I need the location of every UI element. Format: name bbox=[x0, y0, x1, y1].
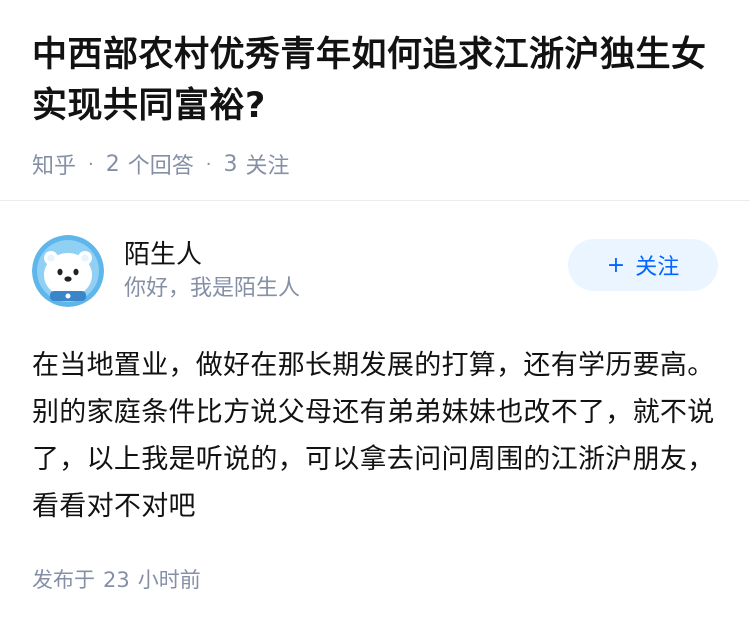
avatar-bear-icon bbox=[32, 235, 104, 307]
answer-count-label[interactable]: 个回答 bbox=[128, 148, 194, 180]
question-meta: 知乎 · 2 个回答 · 3 关注 bbox=[32, 148, 718, 180]
question-header: 中西部农村优秀青年如何追求江浙沪独生女实现共同富裕? 知乎 · 2 个回答 · … bbox=[0, 0, 750, 180]
answer-content: 在当地置业，做好在那长期发展的打算，还有学历要高。别的家庭条件比方说父母还有弟弟… bbox=[32, 350, 715, 522]
follow-count: 3 bbox=[223, 151, 238, 177]
author-name[interactable]: 陌生人 bbox=[124, 237, 568, 273]
answer-count: 2 bbox=[105, 151, 120, 177]
meta-separator: · bbox=[205, 153, 212, 175]
meta-separator: · bbox=[88, 153, 94, 175]
follow-button-label: 关注 bbox=[635, 255, 680, 280]
plus-icon: + bbox=[606, 252, 626, 278]
publish-time: 发布于 23 小时前 bbox=[32, 564, 718, 594]
publish-suffix: 小时前 bbox=[137, 568, 201, 592]
follow-button[interactable]: + 关注 bbox=[568, 239, 718, 291]
question-title[interactable]: 中西部农村优秀青年如何追求江浙沪独生女实现共同富裕? bbox=[32, 30, 718, 132]
author-info: 陌生人 你好，我是陌生人 bbox=[124, 237, 568, 305]
source-label[interactable]: 知乎 bbox=[32, 148, 76, 180]
follow-count-label: 关注 bbox=[245, 154, 290, 179]
author-row: 陌生人 你好，我是陌生人 + 关注 bbox=[32, 234, 718, 308]
publish-number: 23 bbox=[103, 568, 130, 592]
publish-prefix: 发布于 bbox=[32, 568, 95, 592]
answer-card: 陌生人 你好，我是陌生人 + 关注 在当地置业，做好在那长期发展的打算，还有学历… bbox=[32, 234, 718, 594]
avatar[interactable] bbox=[32, 235, 104, 307]
author-bio: 你好，我是陌生人 bbox=[124, 276, 301, 301]
section-divider bbox=[0, 200, 750, 201]
